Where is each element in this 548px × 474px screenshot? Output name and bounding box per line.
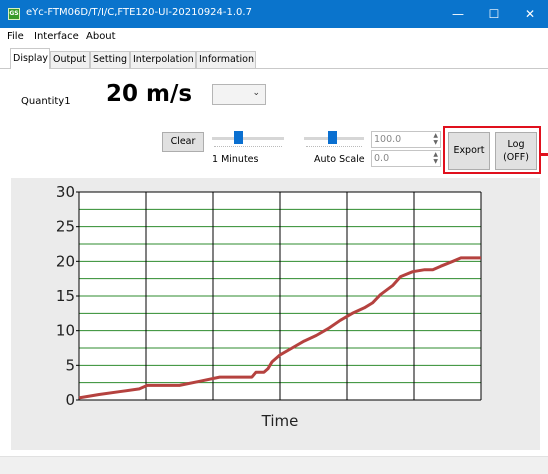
y-tick-label: 20 (56, 252, 75, 270)
line-chart: 0 5 10 15 20 25 30 Time (56, 183, 482, 430)
y-tick-label: 10 (56, 322, 75, 340)
chart-grid (79, 191, 481, 400)
y-tick-label: 0 (65, 391, 75, 409)
y-tick-label: 30 (56, 183, 75, 201)
x-axis-label: Time (261, 412, 299, 430)
y-tick-label: 15 (56, 287, 75, 305)
y-tick-label: 25 (56, 218, 75, 236)
y-tick-label: 5 (65, 356, 75, 374)
status-bar (0, 456, 548, 474)
